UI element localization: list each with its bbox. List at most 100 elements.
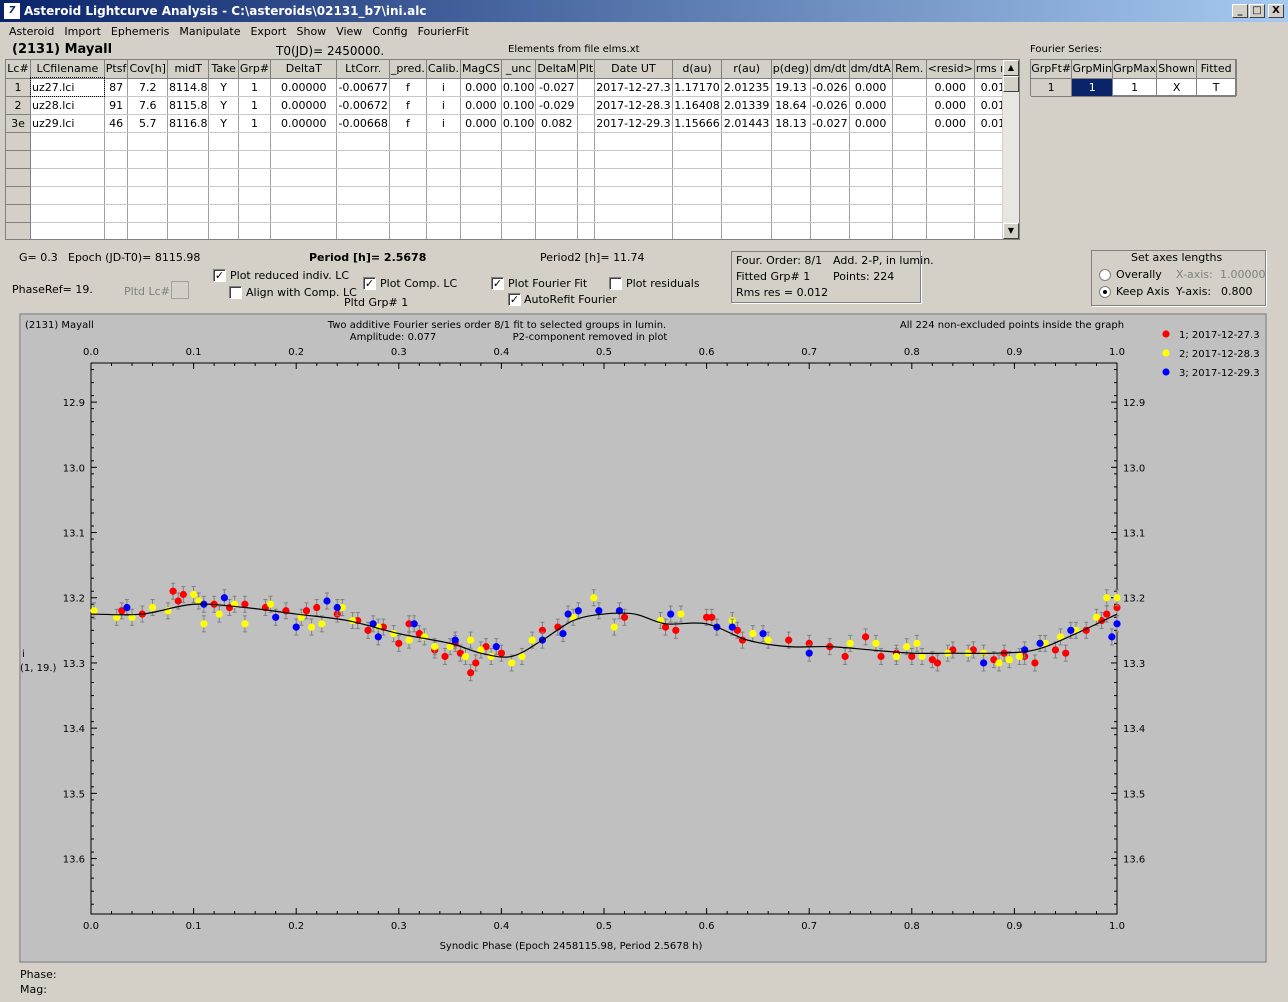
plot-fourier-checkbox[interactable]: ✓ — [491, 277, 504, 290]
table-cell[interactable]: 8114.8 — [167, 78, 210, 97]
table-cell[interactable] — [672, 204, 723, 223]
table-cell[interactable]: Y — [208, 114, 239, 133]
table-cell[interactable] — [30, 150, 105, 169]
table-cell[interactable]: 0.000 — [926, 96, 975, 115]
table-cell[interactable]: 1.17170 — [672, 78, 723, 97]
table-cell[interactable] — [721, 186, 772, 205]
table-cell[interactable]: 0.00000 — [270, 78, 338, 97]
table-cell[interactable] — [577, 186, 596, 205]
table-cell[interactable]: 7.2 — [127, 78, 168, 97]
table-cell[interactable] — [535, 186, 579, 205]
table-cell[interactable] — [771, 204, 812, 223]
table-cell[interactable]: i — [426, 96, 461, 115]
period-label[interactable]: Period [h]= 2.5678 — [309, 251, 426, 264]
table-cell[interactable] — [892, 114, 927, 133]
table-cell[interactable] — [127, 150, 168, 169]
table-row[interactable] — [6, 150, 1019, 169]
table-cell[interactable] — [238, 132, 272, 151]
table-cell[interactable]: -0.027 — [535, 78, 579, 97]
table-cell[interactable] — [104, 150, 129, 169]
table-cell[interactable] — [849, 222, 893, 239]
table-cell[interactable]: uz28.lci — [30, 96, 105, 115]
menu-view[interactable]: View — [331, 22, 367, 38]
menu-show[interactable]: Show — [291, 22, 331, 38]
table-cell[interactable]: 2.01339 — [721, 96, 772, 115]
table-cell[interactable]: 5.7 — [127, 114, 168, 133]
grid-col-21[interactable]: Rem. — [892, 60, 927, 79]
grid-col-16[interactable]: d(au) — [672, 60, 723, 79]
minimize-button[interactable]: _ — [1232, 4, 1248, 18]
table-cell[interactable]: 0.100 — [501, 114, 537, 133]
table-cell[interactable] — [426, 168, 461, 187]
table-cell[interactable]: 7.6 — [127, 96, 168, 115]
table-cell[interactable] — [104, 168, 129, 187]
table-cell[interactable] — [389, 132, 427, 151]
table-cell[interactable] — [460, 168, 502, 187]
menu-export[interactable]: Export — [245, 22, 291, 38]
y-axis-value[interactable]: 0.800 — [1221, 285, 1253, 298]
overally-radio[interactable] — [1099, 269, 1111, 281]
table-cell[interactable]: 19.13 — [771, 78, 812, 97]
table-cell[interactable] — [501, 168, 537, 187]
table-row[interactable] — [6, 186, 1019, 205]
table-cell[interactable]: 2017-12-27.3 — [594, 78, 673, 97]
plot-reduced-checkbox[interactable]: ✓ — [213, 269, 226, 282]
table-cell[interactable]: 0.000 — [849, 96, 893, 115]
table-cell[interactable] — [672, 222, 723, 239]
table-cell[interactable] — [926, 186, 975, 205]
table-cell[interactable]: 0.00000 — [270, 96, 338, 115]
table-cell[interactable]: Y — [208, 78, 239, 97]
grid-col-15[interactable]: Date UT — [594, 60, 673, 79]
table-cell[interactable] — [270, 186, 338, 205]
table-cell[interactable] — [238, 204, 272, 223]
grid-col-5[interactable]: Take — [208, 60, 239, 79]
menu-asteroid[interactable]: Asteroid — [4, 22, 59, 38]
table-cell[interactable] — [926, 204, 975, 223]
grid-col-19[interactable]: dm/dt — [810, 60, 850, 79]
plot-comp-checkbox[interactable]: ✓ — [363, 277, 376, 290]
table-cell[interactable] — [208, 222, 239, 239]
menu-ephemeris[interactable]: Ephemeris — [106, 22, 174, 38]
table-cell[interactable] — [577, 132, 596, 151]
table-cell[interactable] — [892, 222, 927, 239]
table-cell[interactable] — [535, 204, 579, 223]
table-cell[interactable] — [389, 204, 427, 223]
table-cell[interactable] — [771, 168, 812, 187]
table-cell[interactable]: 0.000 — [460, 114, 502, 133]
table-cell[interactable] — [892, 186, 927, 205]
table-row[interactable] — [6, 204, 1019, 223]
table-cell[interactable] — [721, 168, 772, 187]
table-cell[interactable] — [771, 132, 812, 151]
table-cell[interactable] — [30, 222, 105, 239]
table-cell[interactable] — [104, 132, 129, 151]
lightcurve-grid[interactable]: Lc# LCfilename Ptsf Cov[h] midT Take Grp# Delta… — [5, 59, 1020, 240]
table-cell[interactable] — [208, 204, 239, 223]
table-row[interactable] — [6, 132, 1019, 151]
table-cell[interactable] — [127, 168, 168, 187]
table-cell[interactable] — [426, 132, 461, 151]
table-cell[interactable]: 1 — [238, 96, 272, 115]
table-cell[interactable] — [672, 186, 723, 205]
table-cell[interactable] — [810, 132, 850, 151]
table-cell[interactable] — [849, 186, 893, 205]
table-cell[interactable] — [6, 222, 31, 239]
table-cell[interactable] — [30, 204, 105, 223]
grid-col-8[interactable]: LtCorr. — [336, 60, 390, 79]
fourier-cell-grpft[interactable]: 1 — [1031, 78, 1073, 97]
table-cell[interactable]: 0.100 — [501, 96, 537, 115]
table-cell[interactable] — [127, 186, 168, 205]
menu-config[interactable]: Config — [367, 22, 412, 38]
table-cell[interactable] — [104, 204, 129, 223]
align-comp-checkbox[interactable] — [229, 286, 242, 299]
table-cell[interactable]: i — [426, 114, 461, 133]
grid-col-18[interactable]: p(deg) — [771, 60, 812, 79]
plot-residuals-checkbox[interactable] — [609, 277, 622, 290]
table-cell[interactable] — [771, 186, 812, 205]
menu-manipulate[interactable]: Manipulate — [174, 22, 245, 38]
table-cell[interactable]: 1 — [238, 78, 272, 97]
table-cell[interactable] — [892, 204, 927, 223]
table-cell[interactable] — [270, 204, 338, 223]
table-cell[interactable] — [208, 168, 239, 187]
table-row[interactable]: 3e uz29.lci 46 5.7 8116.8 Y 1 0.00000 -0.00668 f i… — [6, 114, 1019, 133]
table-cell[interactable] — [892, 96, 927, 115]
